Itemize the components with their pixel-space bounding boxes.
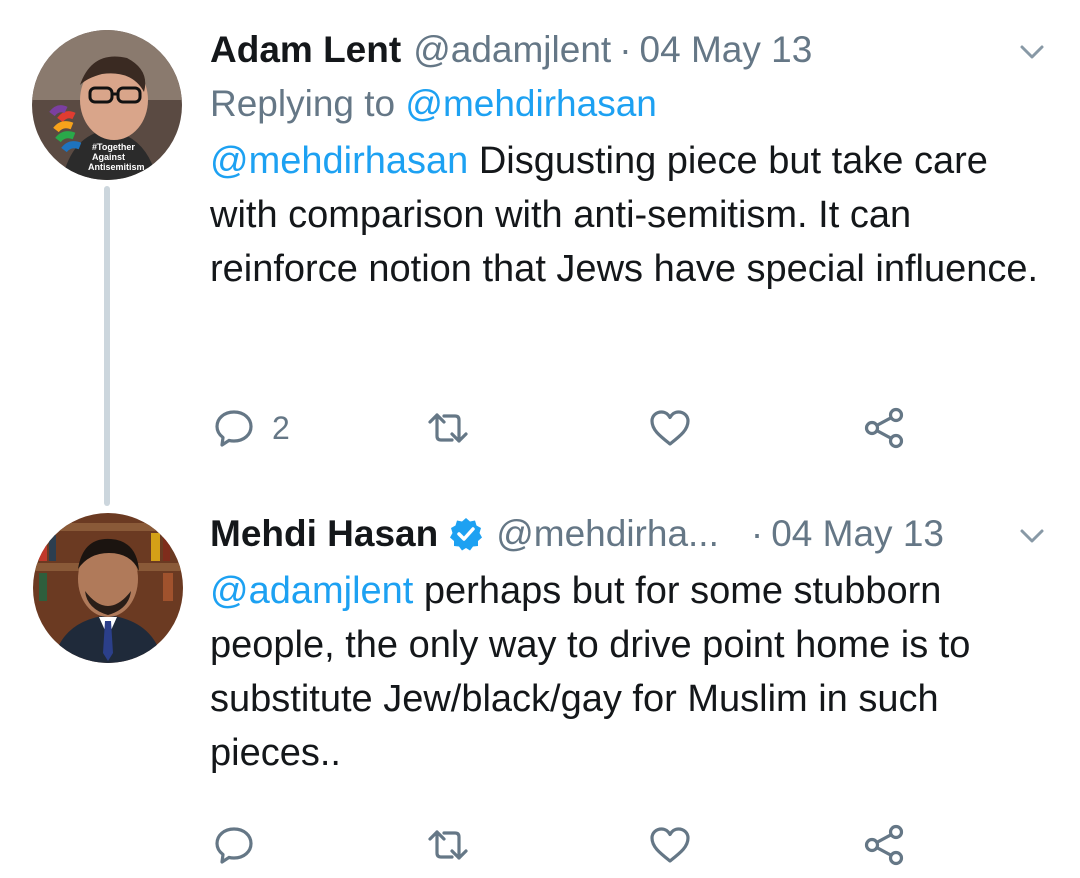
chevron-down-icon[interactable] <box>1014 518 1050 554</box>
mention-link[interactable]: @mehdirhasan <box>210 140 468 182</box>
tweet-text: @adamjlent perhaps but for some stubborn… <box>210 564 1050 780</box>
retweet-button[interactable] <box>426 820 470 870</box>
tweet-header: Mehdi Hasan @mehdirha... · 04 May 13 <box>210 510 1050 558</box>
mention-link[interactable]: @adamjlent <box>210 570 413 612</box>
display-name[interactable]: Mehdi Hasan <box>210 513 438 555</box>
replying-to: Replying to @mehdirhasan <box>210 80 1050 128</box>
tweet-actions: 2 <box>212 403 1050 453</box>
heart-icon <box>650 827 690 863</box>
reply-button[interactable]: 2 <box>212 403 290 453</box>
tweet-actions <box>212 820 1050 870</box>
retweet-button[interactable] <box>426 403 470 453</box>
avatar-badge-line-3: Antisemitism <box>88 162 145 172</box>
share-button[interactable] <box>862 403 906 453</box>
tweet-text: @mehdirhasan Disgusting piece but take c… <box>210 134 1050 296</box>
reply-count: 2 <box>272 409 290 446</box>
avatar-badge-line-1: #Together <box>92 142 135 152</box>
avatar-badge-line-2: Against <box>92 152 125 162</box>
separator-dot: · <box>750 513 764 554</box>
share-icon <box>864 407 904 449</box>
reply-icon <box>215 410 253 447</box>
like-button[interactable] <box>648 820 692 870</box>
tweet-content: Mehdi Hasan @mehdirha... · 04 May 13 @ad… <box>210 510 1050 780</box>
display-name[interactable]: Adam Lent <box>210 29 401 71</box>
avatar[interactable] <box>33 513 183 663</box>
like-button[interactable] <box>648 403 692 453</box>
avatar[interactable]: #Together Against Antisemitism <box>32 30 182 180</box>
tweet-date[interactable]: 04 May 13 <box>771 513 944 555</box>
tweet-header: Adam Lent @adamjlent · 04 May 13 <box>210 26 1050 74</box>
reply-button[interactable] <box>212 820 256 870</box>
heart-icon <box>650 410 690 446</box>
user-handle[interactable]: @adamjlent <box>413 29 611 71</box>
retweet-icon <box>428 830 468 860</box>
share-icon <box>864 824 904 866</box>
verified-badge-icon <box>450 518 483 551</box>
tweet-content: Adam Lent @adamjlent · 04 May 13 Replyin… <box>210 26 1050 296</box>
tweet[interactable]: Mehdi Hasan @mehdirha... · 04 May 13 @ad… <box>0 490 1080 878</box>
share-button[interactable] <box>862 820 906 870</box>
reply-icon <box>215 827 253 864</box>
retweet-icon <box>428 413 468 443</box>
tweet[interactable]: #Together Against Antisemitism Adam Lent… <box>0 0 1080 490</box>
tweet-date[interactable]: 04 May 13 <box>640 29 813 71</box>
separator-dot: · <box>619 29 632 70</box>
user-handle[interactable]: @mehdirha... <box>496 513 719 555</box>
replying-to-link[interactable]: @mehdirhasan <box>405 83 656 124</box>
chevron-down-icon[interactable] <box>1014 34 1050 70</box>
replying-to-label: Replying to <box>210 83 406 124</box>
